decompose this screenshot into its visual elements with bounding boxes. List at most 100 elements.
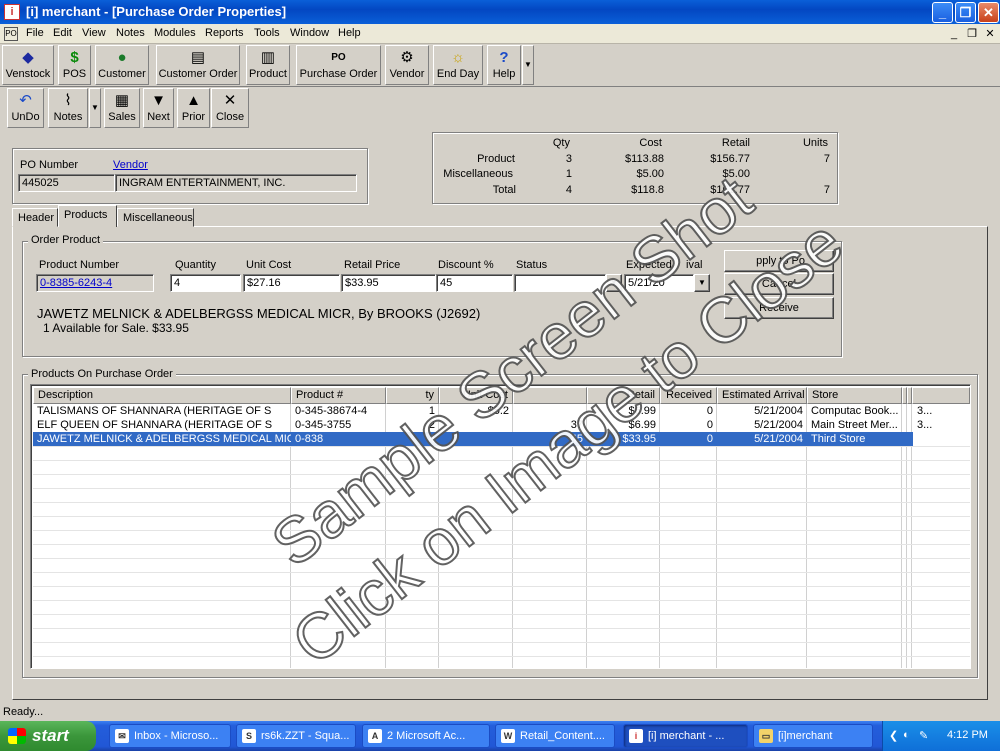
table-row[interactable]: ELF QUEEN OF SHANNARA (HERITAGE OF S 0-3… (33, 418, 970, 432)
menu-notes[interactable]: Notes (116, 27, 145, 39)
cell-product-number: 0-345-38674-4 (295, 405, 368, 417)
mdi-minimize-button[interactable]: _ (946, 27, 962, 41)
expected-arrival-input[interactable]: 5/21/20 (624, 274, 694, 292)
column-header-description[interactable]: Description (33, 387, 291, 404)
column-header-unit-cost[interactable]: Unit Cost (439, 387, 513, 404)
arrow-up-icon: ▲ (186, 92, 201, 109)
taskbar-item-inbox[interactable]: ✉ Inbox - Microso... (109, 724, 231, 748)
close-button[interactable]: ✕ Close (211, 88, 249, 128)
tab-header[interactable]: Header (12, 208, 58, 227)
menu-file[interactable]: File (26, 27, 44, 39)
tab-products[interactable]: Products (58, 205, 117, 227)
grid-line (33, 572, 970, 573)
column-header-retail[interactable]: Retail (587, 387, 660, 404)
cell-estimated-arrival: 5/21/2004 (754, 405, 803, 417)
status-text: Ready... (3, 706, 44, 718)
table-row[interactable]: TALISMANS OF SHANNARA (HERITAGE OF S 0-3… (33, 404, 970, 418)
venstock-button[interactable]: ◆ Venstock (2, 45, 54, 85)
column-header-product-number[interactable]: Product # (291, 387, 386, 404)
notes-button[interactable]: ⌇ Notes (48, 88, 88, 128)
column-header-store[interactable]: Store (807, 387, 902, 404)
table-row-selected[interactable]: JAWETZ MELNICK & ADELBERGSS MEDICAL MICR… (33, 432, 970, 446)
undo-button[interactable]: ↶ UnDo (7, 88, 44, 128)
vendor-field: INGRAM ENTERTAINMENT, INC. (115, 174, 357, 192)
summary-cell: $5.00 (636, 168, 664, 180)
taskbar-item-merchant-folder[interactable]: ▭ [i]merchant (753, 724, 873, 748)
menu-reports[interactable]: Reports (205, 27, 244, 39)
po-icon: PO (331, 52, 346, 63)
vendor-button[interactable]: ⚙ Vendor (385, 45, 429, 85)
clock[interactable]: 4:12 PM (947, 729, 988, 741)
receive-button[interactable]: Receive (724, 297, 834, 319)
grid-line (33, 544, 970, 545)
product-number-field[interactable]: 0-8385-6243-4 (36, 274, 154, 292)
cancel-button[interactable]: Cancel (724, 273, 834, 295)
summary-cell: $113.88 (625, 153, 664, 165)
retail-price-input[interactable]: $33.95 (341, 274, 436, 292)
mdi-restore-button[interactable]: ❐ (964, 27, 980, 41)
menu-window[interactable]: Window (290, 27, 329, 39)
mdi-close-button[interactable]: ✕ (982, 27, 998, 41)
taskbar-item-merchant-active[interactable]: i [i] merchant - ... (623, 724, 748, 748)
tray-expand-icon[interactable]: ❮ (889, 729, 898, 742)
status-dropdown-button[interactable]: ▼ (606, 274, 622, 292)
summary-cell: $156.77 (710, 153, 750, 165)
unit-cost-input[interactable]: $27.16 (243, 274, 340, 292)
vendor-link[interactable]: Vendor (113, 159, 148, 171)
vendor-icon: ⚙ (400, 49, 414, 66)
document-icon[interactable]: PO (4, 27, 18, 41)
taskbar: start ✉ Inbox - Microso... Srs6k.ZZT - Sq… (0, 721, 1000, 751)
cell-received: 0 (706, 405, 713, 417)
taskbar-item-squa[interactable]: Srs6k.ZZT - Squa... (236, 724, 356, 748)
purchase-order-button[interactable]: PO Purchase Order (296, 45, 381, 85)
column-header-estimated-arrival[interactable]: Estimated Arrival (717, 387, 807, 404)
column-header-received[interactable]: Received (660, 387, 717, 404)
tab-miscellaneous[interactable]: Miscellaneous (117, 208, 194, 227)
product-button[interactable]: ▥ Product (246, 45, 290, 85)
menu-tools[interactable]: Tools (254, 27, 280, 39)
tray-tool-icon[interactable]: ✎ (919, 729, 928, 742)
customer-button[interactable]: ● Customer (95, 45, 149, 85)
title-bar[interactable]: i [i] merchant - [Purchase Order Propert… (0, 0, 1000, 24)
taskbar-item-retail-content[interactable]: W Retail_Content.... (495, 724, 615, 748)
toolbar-more-dropdown[interactable]: ▼ (522, 45, 534, 85)
chart-icon: ▦ (114, 92, 130, 109)
summary-header-cost: Cost (639, 137, 662, 149)
menu-help[interactable]: Help (338, 27, 361, 39)
summary-cell: 4 (565, 184, 572, 196)
cell-unit-cost: $5.2 (487, 405, 509, 417)
taskbar-item-access[interactable]: A2 Microsoft Ac... (362, 724, 490, 748)
column-header-qty[interactable]: ty (386, 387, 439, 404)
grid-line (33, 516, 970, 517)
app-icon[interactable]: i (4, 4, 20, 20)
start-button[interactable]: start (0, 721, 96, 751)
notes-dropdown[interactable]: ▼ (89, 88, 101, 128)
customer-order-button[interactable]: ▤ Customer Order (156, 45, 240, 85)
products-grid[interactable]: Description Product # ty Unit Cost Retai… (30, 384, 971, 669)
column-header-extra-3[interactable] (912, 387, 970, 404)
discount-input[interactable]: 45 (436, 274, 513, 292)
menu-view[interactable]: View (82, 27, 106, 39)
expected-arrival-dropdown-button[interactable]: ▼ (694, 274, 710, 292)
apply-to-po-button[interactable]: pply to Po (724, 250, 834, 272)
help-button[interactable]: ? Help (487, 45, 521, 85)
sales-button[interactable]: ▦ Sales (104, 88, 140, 128)
next-button[interactable]: ▼ Next (143, 88, 174, 128)
pos-button[interactable]: $ POS (58, 45, 91, 85)
status-select[interactable] (514, 274, 606, 292)
minimize-button[interactable]: _ (932, 2, 953, 23)
summary-cell: $118.8 (631, 184, 664, 196)
close-window-button[interactable]: ✕ (978, 2, 999, 23)
products-on-po-label: Products On Purchase Order (28, 368, 176, 380)
quantity-input[interactable]: 4 (170, 274, 241, 292)
menu-edit[interactable]: Edit (53, 27, 72, 39)
dollar-icon: $ (70, 49, 79, 66)
main-toolbar: ◆ Venstock $ POS ● Customer ▤ Customer Order… (0, 45, 1000, 87)
menu-modules[interactable]: Modules (154, 27, 196, 39)
prior-button[interactable]: ▲ Prior (177, 88, 210, 128)
network-icon[interactable]: ◐ (903, 729, 910, 741)
end-day-button[interactable]: ☼ End Day (433, 45, 483, 85)
restore-button[interactable]: ❐ (955, 2, 976, 23)
arrow-down-icon: ▼ (151, 92, 166, 109)
column-header-discount[interactable] (513, 387, 587, 404)
